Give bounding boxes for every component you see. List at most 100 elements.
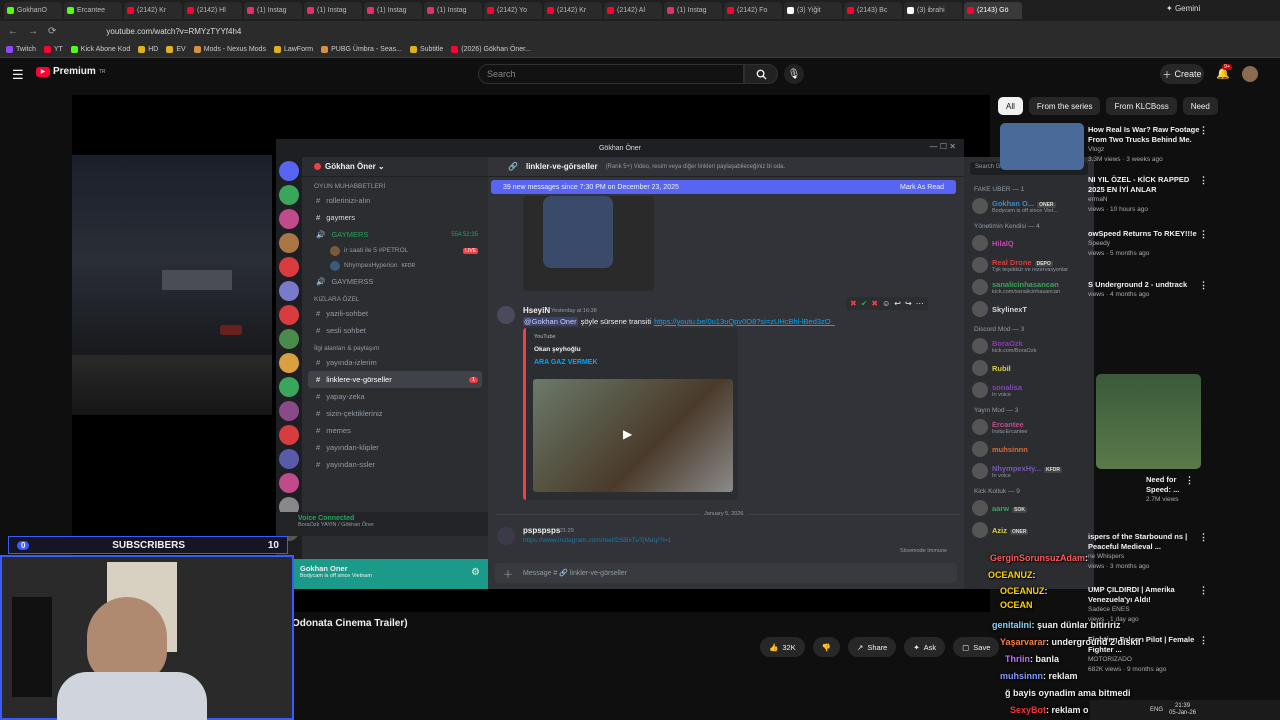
clock[interactable]: 21:39 05-Jan-26 (1169, 703, 1196, 717)
embed-author[interactable]: Okan şeyhoğlu (534, 346, 730, 353)
browser-tab[interactable]: (1) Instag (424, 2, 482, 19)
server-icon[interactable] (279, 401, 299, 421)
browser-tab[interactable]: (2143) Bc (844, 2, 902, 19)
browser-tab[interactable]: (1) Instag (664, 2, 722, 19)
browser-tab[interactable]: (2142) Yo (484, 2, 542, 19)
url-field[interactable]: youtube.com/watch?v=RMYzTYYf4h4 (106, 27, 241, 36)
browser-tab[interactable]: (3) ibrahi (904, 2, 962, 19)
create-button[interactable]: ＋ Create (1160, 64, 1204, 84)
recommendation-item[interactable]: owSpeed Returns To RKEY!!!e Speedy views ·… (1088, 229, 1208, 259)
new-messages-bar[interactable]: 39 new messages since 7:30 PM on Decembe… (491, 180, 956, 194)
settings-gear-icon[interactable]: ⚙ (471, 567, 480, 578)
rec-thumbnail[interactable] (1096, 374, 1201, 469)
search-input[interactable]: Search (478, 64, 744, 84)
voice-user[interactable]: ir saati ile 5 #PETROL LIVE (302, 243, 488, 258)
browser-tab[interactable]: (1) Instag (244, 2, 302, 19)
channel-linklere-ve-gorseller[interactable]: # linklere-ve-görseller 1 (308, 371, 482, 388)
server-header[interactable]: Gökhan Öner ⌄ (302, 157, 488, 177)
browser-tab[interactable]: (1) Instag (364, 2, 422, 19)
x-icon[interactable]: ✖ (871, 299, 878, 308)
message2-link[interactable]: https://www.instagram.com/reel/DSBxTuTjM… (523, 537, 671, 544)
menu-icon[interactable]: ☰ (12, 67, 24, 83)
voice-user[interactable]: NhympexHyperion KFDR (302, 258, 488, 273)
add-attachment-icon[interactable]: ＋ (503, 566, 513, 581)
server-icon[interactable] (279, 185, 299, 205)
dislike-button[interactable]: 👎 (812, 637, 841, 657)
channel-yayinda-izlerim[interactable]: # yayında-izlerim (302, 354, 488, 371)
browser-tab[interactable]: GokhanO (4, 2, 62, 19)
server-icon[interactable] (279, 473, 299, 493)
message2-author[interactable]: pspspsps (523, 526, 560, 535)
browser-tab[interactable]: (2143) Gö (964, 2, 1022, 19)
server-icon[interactable] (279, 209, 299, 229)
mark-as-read-button[interactable]: Mark As Read (900, 184, 944, 191)
voice-channel-gaymers[interactable]: 🔊 GAYMERS 554:52:35 (302, 226, 488, 243)
channel-yazili-sohbet[interactable]: # yazili-sohbet (302, 305, 488, 322)
bookmark-item[interactable]: EV (166, 46, 186, 53)
server-icon[interactable] (279, 377, 299, 397)
share-button[interactable]: ↗ Share (848, 637, 897, 657)
image-attachment[interactable] (523, 196, 654, 291)
bookmark-item[interactable]: (2026) Gökhan Öner... (451, 46, 531, 53)
mic-button[interactable]: 🎙 (784, 64, 804, 84)
browser-tab[interactable]: (1) Instag (304, 2, 362, 19)
recommendation-item[interactable]: UMP ÇILDIRDI | Amerika Venezuela'yı Aldı… (1088, 585, 1208, 625)
filter-chip[interactable]: From the series (1028, 97, 1101, 115)
message-input[interactable]: ＋ Message # 🔗 linkler-ve-görseller (495, 563, 957, 583)
recommendation-item[interactable]: S Underground 2 - undtrack views · 4 mont… (1088, 280, 1208, 300)
gemini-button[interactable]: ✦ Gemini (1166, 4, 1200, 13)
bookmark-item[interactable]: Mods - Nexus Mods (193, 46, 266, 53)
channel-yapay-zeka[interactable]: # yapay-zeka (302, 388, 488, 405)
reaction-icon[interactable]: ☺ (882, 299, 890, 308)
more-options-icon[interactable]: ⋮ (1199, 175, 1208, 185)
recommendation-item[interactable]: NI YIL ÖZEL - KİCK RAPPED 2025 EN İYİ AN… (1088, 175, 1208, 215)
bookmark-item[interactable]: LawForm (273, 46, 313, 53)
ask-button[interactable]: ✦ Ask (904, 637, 946, 657)
channel-yayindan-ssler[interactable]: # yayından-ssler (302, 456, 488, 473)
more-options-icon[interactable]: ⋮ (1199, 280, 1208, 290)
more-icon[interactable]: ⋯ (916, 299, 924, 308)
server-icon[interactable] (279, 449, 299, 469)
bookmark-item[interactable]: HD (138, 46, 158, 53)
browser-tab[interactable]: (2142) Hl (184, 2, 242, 19)
forward-icon[interactable]: → (28, 26, 38, 37)
user-name[interactable]: Gokhan Oner (300, 564, 464, 573)
server-icon[interactable] (279, 233, 299, 253)
server-icon[interactable] (279, 281, 299, 301)
rec-thumbnail[interactable] (1000, 123, 1084, 170)
filter-chip[interactable]: All (998, 97, 1023, 115)
channel-sesli-sohbet[interactable]: # sesli sohbet (302, 322, 488, 339)
check-icon[interactable]: ✔ (861, 299, 868, 308)
recommendation-item[interactable]: Need for Speed: ... 2.7M views ⋮ (1146, 475, 1194, 505)
bookmark-item[interactable]: Subtitle (409, 46, 443, 53)
browser-tab[interactable]: (2142) Kr (544, 2, 602, 19)
message-author[interactable]: HseyiN (523, 306, 550, 315)
play-icon[interactable]: ▶ (623, 427, 632, 441)
more-options-icon[interactable]: ⋮ (1199, 585, 1208, 595)
forward-icon[interactable]: ↪ (905, 299, 912, 308)
like-button[interactable]: 👍 32K (760, 637, 805, 657)
channel-yayindan-klipler[interactable]: # yayından-klipler (302, 439, 488, 456)
bookmark-item[interactable]: YT (43, 46, 63, 53)
window-controls[interactable]: — ☐ ✕ (930, 142, 956, 151)
more-options-icon[interactable]: ⋮ (1199, 229, 1208, 239)
avatar[interactable] (1242, 66, 1258, 82)
channel-memes[interactable]: # memes (302, 422, 488, 439)
message-link[interactable]: https://youtu.be/0u13uQpv0O8?si=zUHcBhl-… (654, 317, 835, 326)
server-icon[interactable] (279, 353, 299, 373)
category-oyun[interactable]: OYUN MUHABBETLERİ (302, 177, 488, 192)
youtube-logo[interactable]: ▶ Premium TR (36, 66, 105, 77)
message2-avatar[interactable] (497, 527, 515, 545)
more-options-icon[interactable]: ⋮ (1199, 125, 1208, 135)
recommendation-item[interactable]: How Real Is War? Raw Footage From Two Tr… (1088, 125, 1208, 165)
user-mention[interactable]: @Gokhan Oner (523, 317, 578, 326)
reload-icon[interactable]: ⟳ (48, 26, 56, 37)
recommendation-item[interactable]: ispers of the Starbound ns | Peaceful Me… (1088, 532, 1208, 572)
browser-tab[interactable]: (2142) Al (604, 2, 662, 19)
back-icon[interactable]: ← (8, 26, 18, 37)
server-icon[interactable] (279, 257, 299, 277)
voice-channel-gaymerss[interactable]: 🔊 GAYMERSS (302, 273, 488, 290)
category-ilgi[interactable]: İlgi alanları & paylaşım (302, 339, 488, 354)
filter-chip[interactable]: Need (1182, 97, 1218, 115)
bookmark-item[interactable]: Kick Abone Kod (70, 46, 130, 53)
